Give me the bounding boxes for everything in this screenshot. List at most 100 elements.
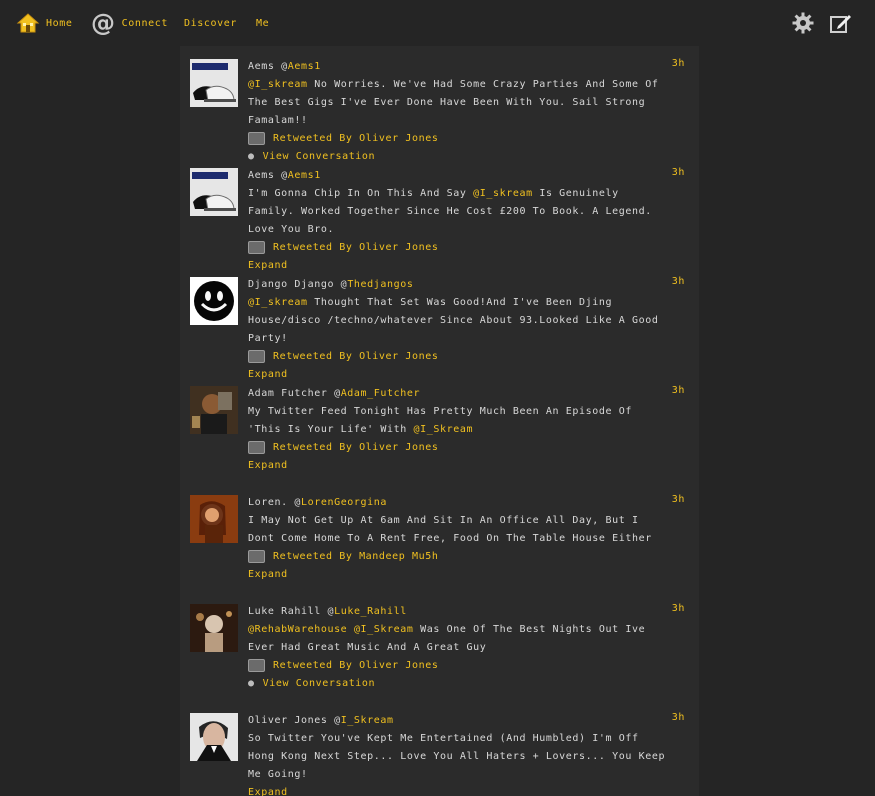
retweet-label[interactable]: Retweeted By Oliver Jones [273,439,439,457]
retweet-icon [248,240,265,254]
retweet-label[interactable]: Retweeted By Oliver Jones [273,657,439,675]
avatar[interactable] [190,59,238,107]
avatar[interactable] [190,604,238,652]
tweet-author: Luke Rahill @Luke_Rahill [248,603,666,621]
tweet-time: 3h [671,276,685,287]
retweet-line: Retweeted By Oliver Jones [248,239,666,257]
author-handle[interactable]: Adam_Futcher [341,388,420,399]
expand-link[interactable]: Expand [248,457,288,475]
author-name: Luke Rahill @ [248,606,335,617]
author-name: Oliver Jones @ [248,715,341,726]
view-conversation-link[interactable]: View Conversation [263,675,376,693]
retweet-label[interactable]: Retweeted By Oliver Jones [273,348,439,366]
nav-connect[interactable]: @ Connect [91,10,168,36]
expand-line: Expand [248,566,666,584]
author-name: Aems @ [248,170,288,181]
avatar[interactable] [190,168,238,216]
tweet-time: 3h [671,712,685,723]
at-icon: @ [91,9,116,37]
tweet-author: Loren. @LorenGeorgina [248,494,666,512]
tweet-text: I May Not Get Up At 6am And Sit In An Of… [248,512,666,548]
expand-link[interactable]: Expand [248,566,288,584]
gear-icon[interactable] [791,11,815,35]
retweet-icon [248,349,265,363]
author-handle[interactable]: Aems1 [288,170,321,181]
tweet-author: Aems @Aems1 [248,167,666,185]
retweet-icon [248,658,265,672]
comment-bubble-icon: ● [248,678,255,689]
tweet-text: @RehabWarehouse @I_Skream Was One Of The… [248,621,666,657]
tweet-content: Thought That Set Was Good!And I've Been … [248,297,659,344]
retweet-line: Retweeted By Oliver Jones [248,130,666,148]
mention-link[interactable]: @I_skream [473,188,533,199]
tweet-card: 3h Django Django @Thedjangos @I_skream T… [180,264,699,380]
tweet-body: Loren. @LorenGeorgina I May Not Get Up A… [248,494,666,584]
mention-link[interactable]: @I_skream [248,297,308,308]
author-handle[interactable]: Thedjangos [347,279,413,290]
tweet-author: Oliver Jones @I_Skream [248,712,666,730]
tweet-card: 3h Oliver Jones @I_Skream So Twitter You… [180,700,699,796]
tweet-body: Luke Rahill @Luke_Rahill @RehabWarehouse… [248,603,666,693]
tweet-card: 3h Adam Futcher @Adam_Futcher My Twitter… [180,373,699,482]
tweet-text: I'm Gonna Chip In On This And Say @I_skr… [248,185,666,239]
conversation-line: ● View Conversation [248,675,666,693]
tweet-time: 3h [671,385,685,396]
mention-link[interactable]: @I_Skream [414,424,474,435]
tweet-time: 3h [671,603,685,614]
compose-icon[interactable] [829,11,853,35]
tweet-body: Django Django @Thedjangos @I_skream Thou… [248,276,666,384]
mention-link[interactable]: @RehabWarehouse [248,624,347,635]
tweet-card: 3h Aems @Aems1 I'm Gonna Chip In On This… [180,155,699,271]
tweet-body: Adam Futcher @Adam_Futcher My Twitter Fe… [248,385,666,475]
tweet-content-before: I'm Gonna Chip In On This And Say [248,188,474,199]
author-handle[interactable]: Luke_Rahill [334,606,407,617]
retweet-icon [248,440,265,454]
avatar[interactable] [190,386,238,434]
retweet-icon [248,131,265,145]
expand-line: Expand [248,784,666,796]
retweet-label[interactable]: Retweeted By Oliver Jones [273,130,439,148]
author-name: Loren. @ [248,497,301,508]
retweet-label[interactable]: Retweeted By Oliver Jones [273,239,439,257]
tweet-text: @I_skream Thought That Set Was Good!And … [248,294,666,348]
nav-home[interactable]: Home [16,10,72,36]
nav-me-label: Me [256,17,270,29]
expand-line: Expand [248,457,666,475]
author-handle[interactable]: LorenGeorgina [301,497,387,508]
retweet-label[interactable]: Retweeted By Mandeep Mu5h [273,548,439,566]
tweet-card: 3h Luke Rahill @Luke_Rahill @RehabWareho… [180,591,699,700]
retweet-line: Retweeted By Mandeep Mu5h [248,548,666,566]
top-bar: Home @ Connect Discover Me [0,0,875,46]
timeline: 3h Aems @Aems1 @I_skream No Worries. We'… [180,46,699,796]
avatar[interactable] [190,277,238,325]
expand-link[interactable]: Expand [248,784,288,796]
author-handle[interactable]: Aems1 [288,61,321,72]
author-handle[interactable]: I_Skream [341,715,394,726]
tweet-content: I May Not Get Up At 6am And Sit In An Of… [248,515,652,544]
tweet-card: 3h Loren. @LorenGeorgina I May Not Get U… [180,482,699,591]
author-name: Aems @ [248,61,288,72]
tweet-text: So Twitter You've Kept Me Entertained (A… [248,730,666,784]
tweet-text: My Twitter Feed Tonight Has Pretty Much … [248,403,666,439]
mention-link[interactable]: @I_skream [248,79,308,90]
tweet-content: No Worries. We've Had Some Crazy Parties… [248,79,659,126]
nav-home-label: Home [46,17,73,29]
tweet-author: Django Django @Thedjangos [248,276,666,294]
avatar[interactable] [190,713,238,761]
tweet-author: Aems @Aems1 [248,58,666,76]
nav-me[interactable]: Me [256,10,269,36]
tweet-body: Aems @Aems1 @I_skream No Worries. We've … [248,58,666,166]
tweet-time: 3h [671,494,685,505]
home-icon [16,13,40,33]
tweet-body: Aems @Aems1 I'm Gonna Chip In On This An… [248,167,666,275]
retweet-line: Retweeted By Oliver Jones [248,657,666,675]
tweet-card: 3h Aems @Aems1 @I_skream No Worries. We'… [180,46,699,162]
tweet-author: Adam Futcher @Adam_Futcher [248,385,666,403]
author-name: Adam Futcher @ [248,388,341,399]
retweet-line: Retweeted By Oliver Jones [248,439,666,457]
tweet-time: 3h [671,167,685,178]
mention-link-2[interactable]: @I_Skream [354,624,414,635]
nav-discover[interactable]: Discover [184,10,237,36]
retweet-icon [248,549,265,563]
avatar[interactable] [190,495,238,543]
